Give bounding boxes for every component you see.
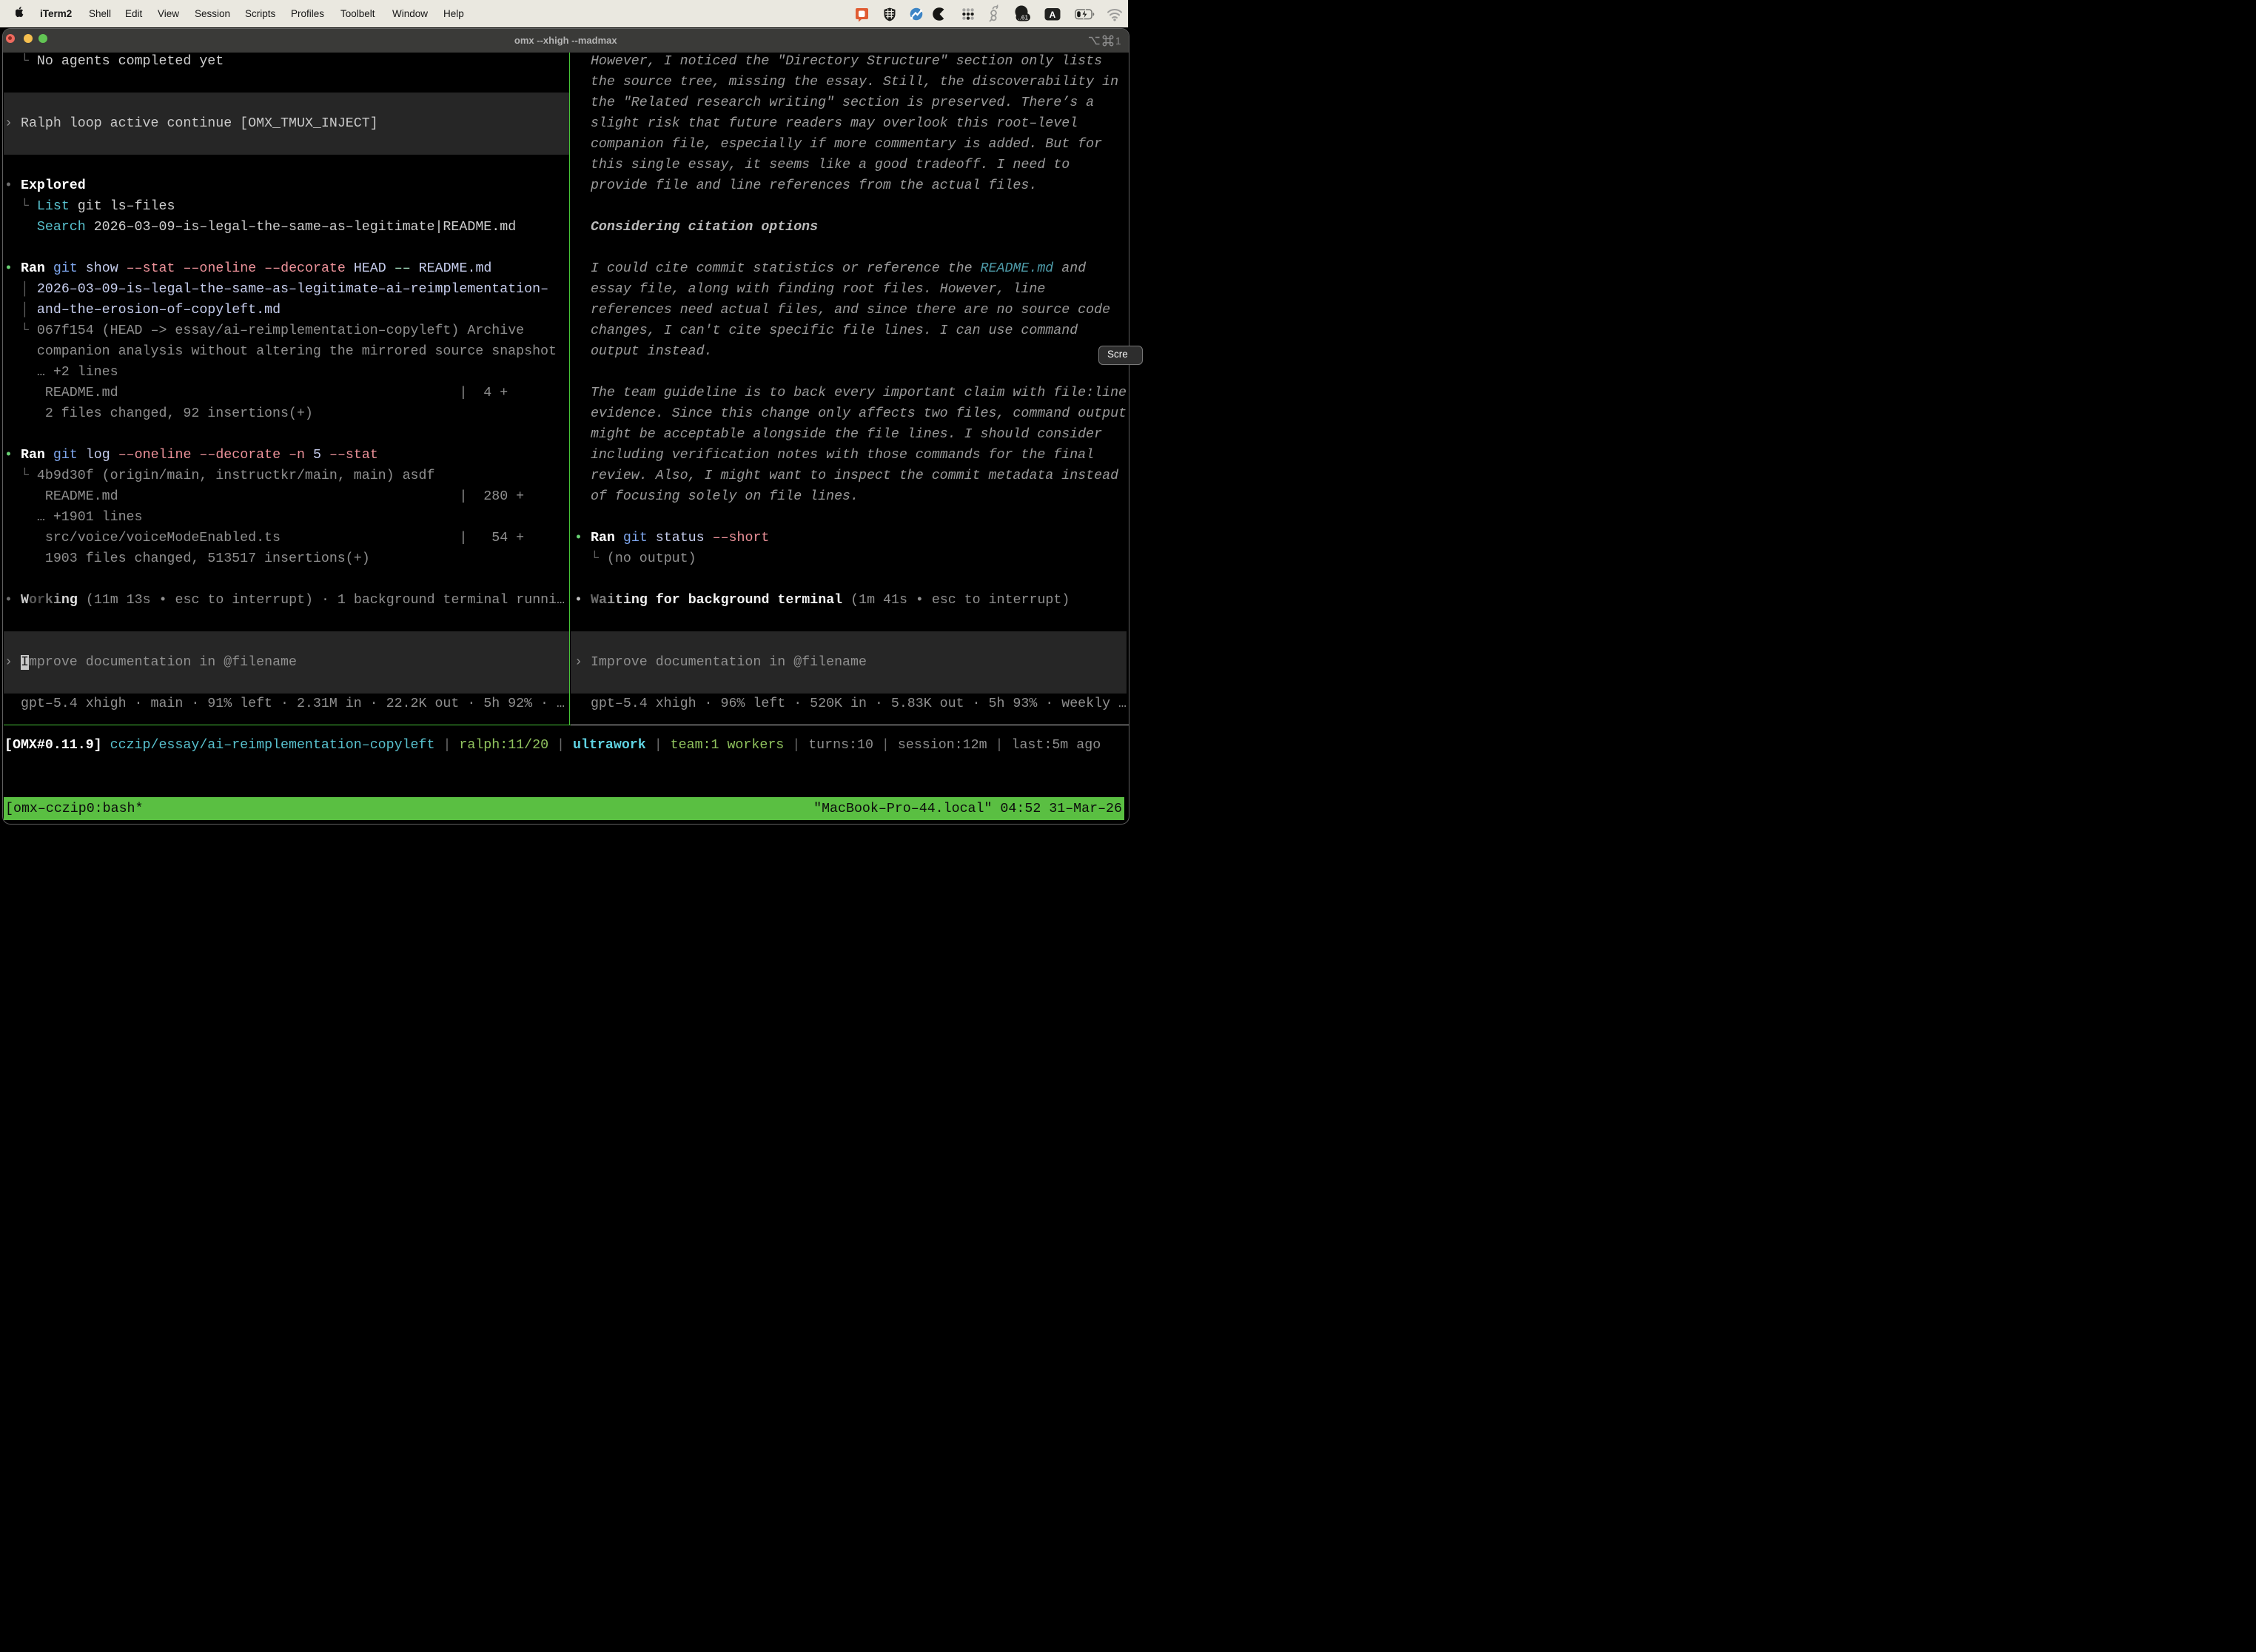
svg-text:1: 1 bbox=[1115, 36, 1121, 47]
svg-text:..61: ..61 bbox=[1018, 14, 1028, 21]
svg-text:A: A bbox=[1050, 10, 1056, 20]
